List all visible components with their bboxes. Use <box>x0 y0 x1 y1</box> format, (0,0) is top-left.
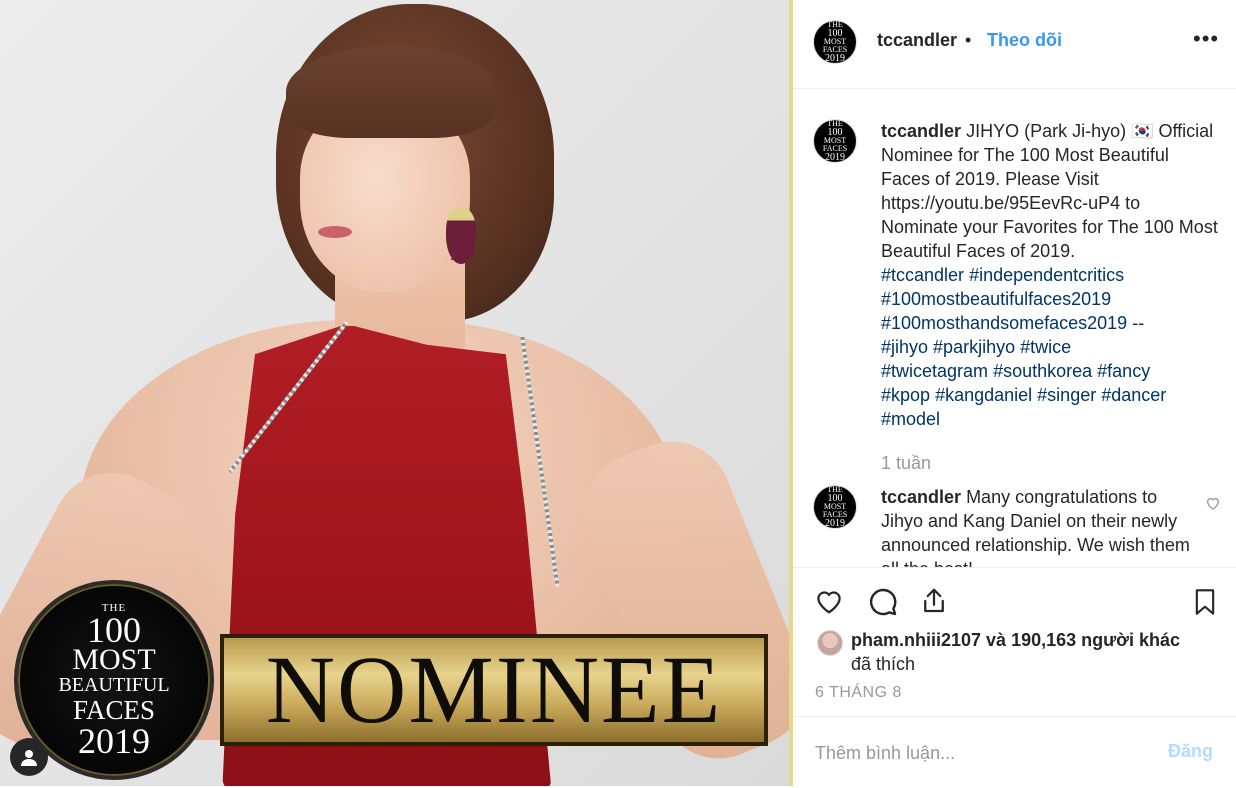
seal-line: BEAUTIFUL <box>58 673 170 696</box>
seal-line: 100 <box>87 609 141 650</box>
photo-lips <box>318 226 352 238</box>
hashtag-link[interactable]: #kangdaniel <box>935 385 1032 405</box>
seal-line: MOST <box>72 642 156 676</box>
hashtag-link[interactable]: #100mosthandsomefaces2019 <box>881 313 1127 333</box>
hashtag-link[interactable]: #100mostbeautifulfaces2019 <box>881 289 1111 309</box>
hashtag-link[interactable]: #independentcritics <box>969 265 1124 285</box>
hashtag-link[interactable]: #kpop <box>881 385 930 405</box>
caption-username[interactable]: tccandler <box>881 121 961 141</box>
post-caption: tccandler JIHYO (Park Ji-hyo) 🇰🇷 Officia… <box>881 119 1221 431</box>
caption-timestamp[interactable]: 1 tuần <box>881 453 931 474</box>
comments-list[interactable]: THE 100 MOST FACES 2019 tccandler JIHYO … <box>793 89 1236 567</box>
hashtag-link[interactable]: #twicetagram <box>881 361 988 381</box>
nominee-banner: NOMINEE <box>220 634 768 746</box>
avatar-text: 2019 <box>825 53 845 64</box>
author-username[interactable]: tccandler <box>877 30 957 51</box>
tagged-user-icon[interactable] <box>10 738 48 776</box>
caption-author-avatar[interactable]: THE 100 MOST FACES 2019 <box>813 119 857 163</box>
post-header: THE 100 MOST FACES 2019 tccandler • Theo… <box>793 0 1236 89</box>
more-options-icon[interactable]: ••• <box>1193 26 1219 52</box>
avatar-text: 2019 <box>825 518 845 529</box>
hashtag-link[interactable]: #singer <box>1037 385 1096 405</box>
add-comment-section: Đăng <box>793 716 1236 788</box>
comment-username[interactable]: tccandler <box>881 487 961 507</box>
hashtag-link[interactable]: #tccandler <box>881 265 964 285</box>
likes-suffix: đã thích <box>851 654 916 674</box>
seal-line: 2019 <box>78 720 150 761</box>
post-date[interactable]: 6 THÁNG 8 <box>815 684 902 702</box>
hashtag-link[interactable]: #jihyo <box>881 337 928 357</box>
likes-count[interactable]: và 190,163 người khác <box>981 630 1180 650</box>
liker-username[interactable]: pham.nhiii2107 <box>851 630 981 650</box>
likes-summary[interactable]: pham.nhiii2107 và 190,163 người khác đã … <box>851 628 1221 676</box>
follow-button[interactable]: Theo dõi <box>987 30 1062 51</box>
photo-bangs <box>286 46 496 138</box>
commenter-avatar[interactable]: THE 100 MOST FACES 2019 <box>813 485 857 529</box>
hashtag-link[interactable]: #dancer <box>1101 385 1166 405</box>
add-comment-input[interactable] <box>813 737 1147 769</box>
header-separator: • <box>965 30 972 50</box>
liker-avatar[interactable] <box>817 630 843 656</box>
hashtag-link[interactable]: #twice <box>1020 337 1071 357</box>
post-photo[interactable]: THE 100 MOST BEAUTIFUL FACES 2019 NOMINE… <box>0 0 789 786</box>
author-avatar[interactable]: THE 100 MOST FACES 2019 <box>813 20 857 64</box>
post-side-panel: THE 100 MOST FACES 2019 tccandler • Theo… <box>793 0 1236 786</box>
post-comment-button[interactable]: Đăng <box>1168 741 1213 762</box>
comment-bubble-icon[interactable] <box>867 586 899 623</box>
comment-like-icon[interactable] <box>1205 495 1221 516</box>
comment-item: tccandler Many congratulations to Jihyo … <box>881 485 1201 567</box>
instagram-post-view: THE 100 MOST BEAUTIFUL FACES 2019 NOMINE… <box>0 0 1236 786</box>
save-bookmark-icon[interactable] <box>1191 586 1219 623</box>
photo-earring <box>446 208 476 264</box>
hashtag-link[interactable]: #parkjihyo <box>933 337 1015 357</box>
hashtag-link[interactable]: #fancy <box>1097 361 1150 381</box>
avatar-text: 2019 <box>825 152 845 163</box>
hashtag-link[interactable]: #model <box>881 409 940 429</box>
like-heart-icon[interactable] <box>813 586 845 621</box>
share-upload-icon[interactable] <box>919 585 949 622</box>
hashtag-link[interactable]: #southkorea <box>993 361 1092 381</box>
caption-dashes: -- <box>1132 313 1145 333</box>
post-actions: pham.nhiii2107 và 190,163 người khác đã … <box>793 567 1236 787</box>
caption-text: JIHYO (Park Ji-hyo) 🇰🇷 Official Nominee … <box>881 121 1218 261</box>
seal-line: FACES <box>72 694 156 725</box>
